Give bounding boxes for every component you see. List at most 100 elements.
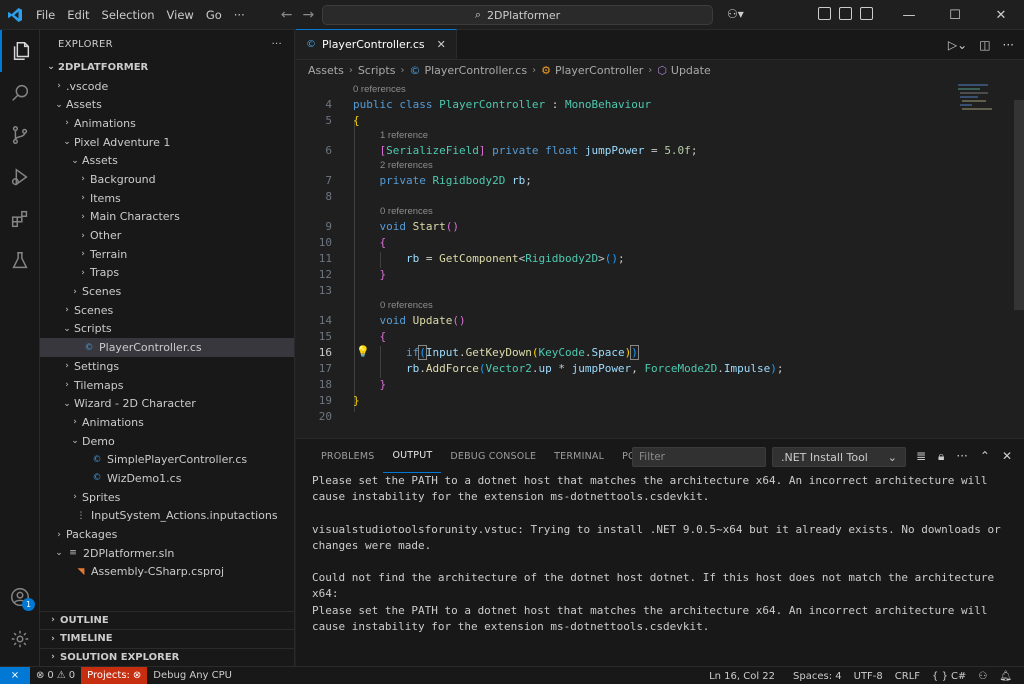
editor-scrollbar[interactable]	[1014, 100, 1024, 310]
tree-folder[interactable]: ⌄ Demo	[40, 432, 294, 451]
lock-scroll-icon[interactable]: 🔒︎	[938, 449, 944, 464]
tree-folder[interactable]: ⌄ Wizard - 2D Character	[40, 394, 294, 413]
cursor-position[interactable]: Ln 16, Col 22	[703, 667, 781, 684]
line-number: 10	[318, 235, 332, 249]
tree-folder[interactable]: › Items	[40, 189, 294, 208]
workspace-root[interactable]: ⌄ 2DPLATFORMER	[40, 58, 294, 77]
menu-view[interactable]: View	[161, 0, 200, 30]
toggle-panel-icon[interactable]	[839, 7, 852, 20]
maximize-icon[interactable]: ☐	[932, 0, 978, 30]
tree-file[interactable]: ◥ Assembly-CSharp.csproj	[40, 563, 294, 582]
minimap[interactable]	[954, 82, 1014, 182]
maximize-panel-icon[interactable]: ⌃	[980, 449, 990, 464]
tree-folder[interactable]: › Settings	[40, 357, 294, 376]
tab-debug-console[interactable]: DEBUG CONSOLE	[441, 439, 545, 473]
testing-icon[interactable]	[0, 240, 40, 282]
close-tab-icon[interactable]: ✕	[437, 38, 446, 51]
tab-problems[interactable]: PROBLEMS	[312, 439, 383, 473]
chevron-right-icon: ›	[73, 286, 77, 297]
lightbulb-icon[interactable]: 💡	[356, 345, 370, 358]
panel-tabs: PROBLEMS OUTPUT DEBUG CONSOLE TERMINAL P…	[296, 439, 1024, 473]
breadcrumb-class[interactable]: PlayerController	[555, 64, 643, 77]
tree-folder[interactable]: › Scenes	[40, 282, 294, 301]
explorer-icon[interactable]	[0, 30, 40, 72]
menu-more[interactable]: ···	[228, 0, 251, 30]
close-window-icon[interactable]: ✕	[978, 0, 1024, 30]
breadcrumb-scripts[interactable]: Scripts	[358, 64, 396, 77]
menu-selection[interactable]: Selection	[96, 0, 161, 30]
run-icon[interactable]: ▷⌄	[948, 38, 967, 52]
status-bar-right: Ln 16, Col 22 Spaces: 4 UTF-8 CRLF { } C…	[703, 667, 1018, 684]
output-filter-input[interactable]: Filter	[632, 447, 766, 467]
tree-file[interactable]: ⋮ InputSystem_Actions.inputactions	[40, 507, 294, 526]
language-status[interactable]: { } C#	[926, 667, 972, 684]
extensions-icon[interactable]	[0, 198, 40, 240]
tree-folder[interactable]: › Sprites	[40, 488, 294, 507]
tree-folder[interactable]: ⌄ Assets	[40, 95, 294, 114]
search-view-icon[interactable]	[0, 72, 40, 114]
explorer-more-actions-icon[interactable]: ···	[272, 39, 282, 50]
more-actions-icon[interactable]: ···	[956, 449, 967, 464]
debug-config-status[interactable]: Debug Any CPU	[147, 667, 238, 684]
toggle-secondary-sidebar-icon[interactable]	[860, 7, 873, 20]
remote-indicator-icon[interactable]: ⨯	[0, 666, 30, 684]
code-editor[interactable]: 0 references 1 reference 2 references 0 …	[296, 82, 1024, 438]
tree-file[interactable]: © SimplePlayerController.cs	[40, 450, 294, 469]
tab-playercontroller[interactable]: © PlayerController.cs ✕	[296, 29, 457, 59]
copilot-icon[interactable]: ⚇▾	[727, 7, 744, 21]
output-channel-select[interactable]: .NET Install Tool ⌄	[772, 447, 906, 467]
manage-gear-icon[interactable]	[0, 618, 40, 660]
tree-folder[interactable]: ⌄ Pixel Adventure 1	[40, 133, 294, 152]
output-log[interactable]: Please set the PATH to a dotnet host tha…	[312, 473, 1012, 635]
outline-section[interactable]: › OUTLINE	[40, 610, 295, 630]
tree-folder[interactable]: › Packages	[40, 525, 294, 544]
encoding-status[interactable]: UTF-8	[848, 667, 889, 684]
minimize-icon[interactable]: —	[886, 0, 932, 30]
tree-folder[interactable]: › Scenes	[40, 301, 294, 320]
tree-folder[interactable]: › Main Characters	[40, 208, 294, 227]
notifications-icon[interactable]: 🔔︎	[993, 667, 1018, 684]
forward-arrow-icon[interactable]: →	[302, 7, 314, 23]
copilot-status-icon[interactable]: ⚇	[972, 667, 993, 684]
tree-file[interactable]: © PlayerController.cs	[40, 338, 294, 357]
tree-folder[interactable]: ⌄ Scripts	[40, 320, 294, 339]
more-actions-icon[interactable]: ···	[1003, 38, 1014, 52]
tree-folder[interactable]: › Terrain	[40, 245, 294, 264]
tree-folder[interactable]: › Tilemaps	[40, 376, 294, 395]
breadcrumb-assets[interactable]: Assets	[308, 64, 344, 77]
tree-folder[interactable]: › Other	[40, 226, 294, 245]
projects-status[interactable]: Projects: ⊗	[81, 666, 148, 684]
menu-go[interactable]: Go	[200, 0, 228, 30]
warning-count: 0	[68, 670, 76, 681]
close-panel-icon[interactable]: ✕	[1002, 449, 1012, 464]
back-arrow-icon[interactable]: ←	[281, 7, 293, 23]
word-wrap-icon[interactable]: ≣	[916, 449, 926, 464]
menu-edit[interactable]: Edit	[61, 0, 95, 30]
run-debug-icon[interactable]	[0, 156, 40, 198]
tree-folder[interactable]: › Background	[40, 170, 294, 189]
breadcrumb-file[interactable]: PlayerController.cs	[424, 64, 527, 77]
indentation-status[interactable]: Spaces: 4	[787, 667, 848, 684]
problems-status[interactable]: ⊗ 0 ⚠ 0	[30, 667, 81, 684]
solution-explorer-section[interactable]: › SOLUTION EXPLORER	[40, 647, 295, 667]
tree-item-label: Demo	[82, 434, 115, 448]
breadcrumb-method[interactable]: Update	[671, 64, 711, 77]
tree-folder[interactable]: ⌄ Assets	[40, 151, 294, 170]
tree-folder[interactable]: › Traps	[40, 264, 294, 283]
toggle-primary-sidebar-icon[interactable]	[818, 7, 831, 20]
timeline-section[interactable]: › TIMELINE	[40, 629, 295, 648]
tree-folder[interactable]: › Animations	[40, 114, 294, 133]
tab-terminal[interactable]: TERMINAL	[545, 439, 613, 473]
tree-file[interactable]: © WizDemo1.cs	[40, 469, 294, 488]
command-center-search[interactable]: ⌕ 2DPlatformer	[322, 5, 713, 25]
tree-file[interactable]: ⌄ ≡ 2DPlatformer.sln	[40, 544, 294, 563]
accounts-icon[interactable]: 1	[0, 576, 40, 618]
tree-folder[interactable]: › Animations	[40, 413, 294, 432]
source-control-icon[interactable]	[0, 114, 40, 156]
eol-status[interactable]: CRLF	[889, 667, 926, 684]
menu-bar: File Edit Selection View Go ···	[30, 0, 251, 30]
menu-file[interactable]: File	[30, 0, 61, 30]
split-editor-icon[interactable]: ◫	[979, 38, 990, 52]
tab-output[interactable]: OUTPUT	[383, 439, 442, 473]
tree-folder[interactable]: › .vscode	[40, 77, 294, 96]
